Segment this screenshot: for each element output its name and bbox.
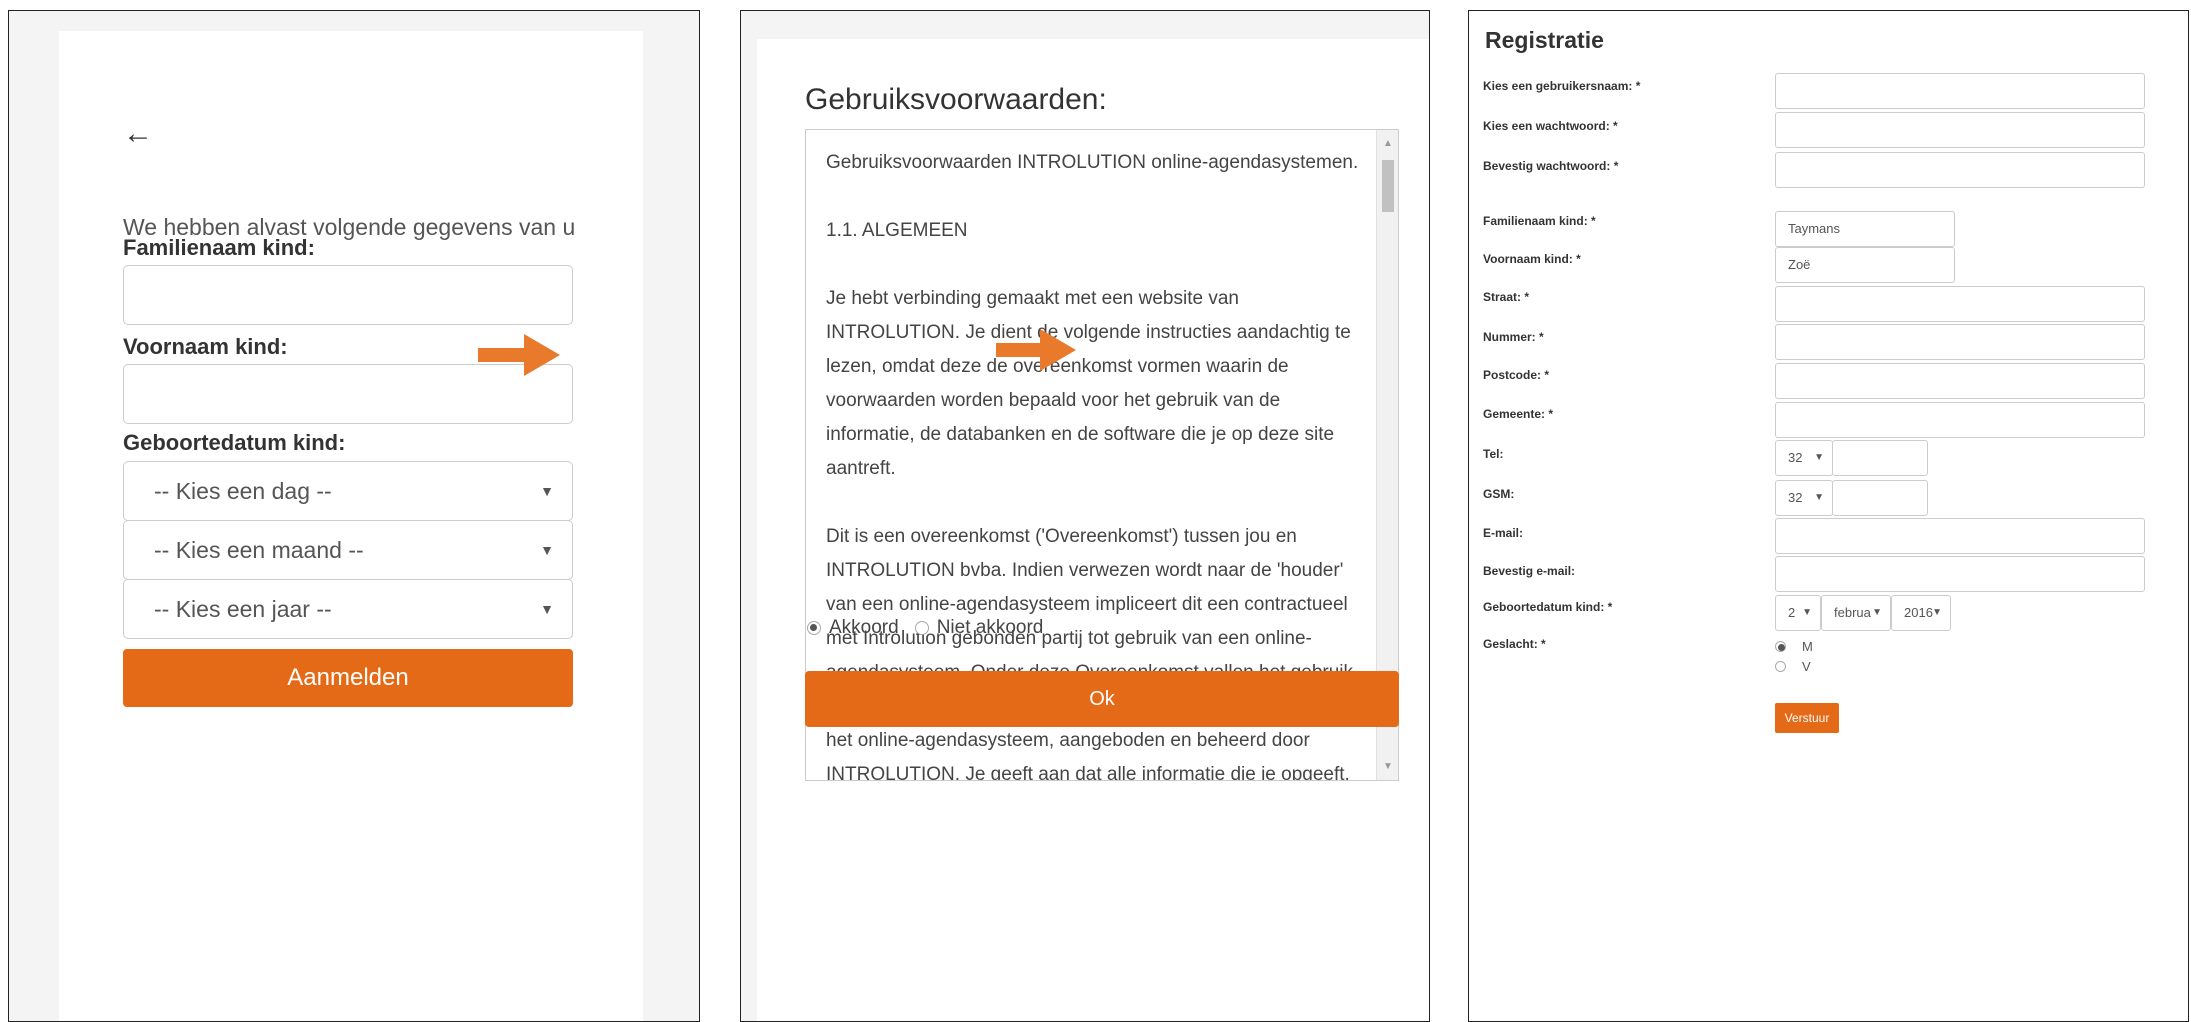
email-label: E-mail: [1483,526,1524,540]
birth-year-select[interactable]: 2016 ▼ [1891,595,1951,631]
terms-paragraph: Je hebt verbinding gemaakt met een websi… [826,288,1351,479]
registration-title: Registratie [1485,27,1604,53]
nummer-input[interactable] [1775,324,2145,360]
straat-label: Straat: * [1483,290,1530,304]
verstuur-button[interactable]: Verstuur [1775,703,1839,733]
login-card: ← We hebben alvast volgende gegevens van… [59,31,643,1021]
aanmelden-button[interactable]: Aanmelden [123,649,573,707]
screen-login-step: ← We hebben alvast volgende gegevens van… [8,10,700,1022]
chevron-down-icon: ▼ [1932,607,1942,618]
scroll-thumb[interactable] [1382,160,1394,212]
screen-registration: Registratie Kies een gebruikersnaam: * K… [1468,10,2189,1022]
birth-year-value: 2016 [1904,605,1933,620]
gender-v-row: V [1775,659,1811,674]
geslacht-label: Geslacht: * [1483,637,1546,651]
straat-input[interactable] [1775,286,2145,322]
month-select[interactable]: -- Kies een maand -- ▼ [123,520,573,580]
gender-m-radio[interactable] [1775,641,1786,652]
screen-terms: Gebruiksvoorwaarden: Gebruiksvoorwaarden… [740,10,1430,1022]
geboortedatum-label: Geboortedatum kind: [123,430,346,455]
password-label: Kies een wachtwoord: * [1483,119,1618,133]
arrow-left-icon[interactable]: ← [123,119,153,149]
terms-title: Gebruiksvoorwaarden: [805,83,1107,116]
geboortedatum-label: Geboortedatum kind: * [1483,600,1613,614]
gender-m-row: M [1775,639,1813,654]
chevron-down-icon: ▼ [1814,452,1824,463]
postcode-input[interactable] [1775,363,2145,399]
email-confirm-label: Bevestig e-mail: [1483,564,1576,578]
akkoord-radio[interactable] [807,621,821,635]
chevron-down-icon: ▼ [540,601,554,617]
birth-day-value: 2 [1788,605,1796,620]
gender-v-label: V [1802,659,1811,674]
terms-paragraph: Gebruiksvoorwaarden INTROLUTION online-a… [826,152,1359,173]
scroll-up-icon[interactable]: ▲ [1383,138,1393,149]
username-label: Kies een gebruikersnaam: * [1483,79,1641,93]
email-confirm-input[interactable] [1775,556,2145,592]
terms-radio-group: Akkoord Niet akkoord [807,617,1043,639]
chevron-down-icon: ▼ [1872,607,1882,618]
gender-v-radio[interactable] [1775,661,1786,672]
familienaam-input[interactable] [123,265,573,325]
gsm-label: GSM: [1483,487,1515,501]
chevron-down-icon: ▼ [1814,492,1824,503]
familienaam-input[interactable]: Taymans [1775,211,1955,247]
flow-arrow-icon [478,334,560,376]
scroll-down-icon[interactable]: ▼ [1383,761,1393,772]
flow-arrow-icon [996,329,1076,371]
chevron-down-icon: ▼ [540,542,554,558]
ok-button[interactable]: Ok [805,671,1399,727]
gender-m-label: M [1802,639,1813,654]
birth-day-select[interactable]: 2 ▼ [1775,595,1821,631]
terms-card: Gebruiksvoorwaarden: Gebruiksvoorwaarden… [757,39,1429,1021]
tel-prefix-value: 32 [1788,450,1803,465]
tel-label: Tel: [1483,447,1504,461]
voornaam-label: Voornaam kind: [123,334,288,359]
password-confirm-label: Bevestig wachtwoord: * [1483,159,1619,173]
username-input[interactable] [1775,73,2145,109]
gsm-prefix-value: 32 [1788,490,1803,505]
niet-akkoord-radio[interactable] [914,621,929,635]
voornaam-input[interactable]: Zoë [1775,247,1955,283]
password-confirm-input[interactable] [1775,152,2145,188]
month-select-value: -- Kies een maand -- [154,537,364,563]
gsm-prefix-select[interactable]: 32 ▼ [1775,480,1833,516]
password-input[interactable] [1775,112,2145,148]
email-input[interactable] [1775,518,2145,554]
akkoord-label: Akkoord [829,617,899,638]
gemeente-label: Gemeente: * [1483,407,1554,421]
familienaam-label: Familienaam kind: * [1483,214,1596,228]
gemeente-input[interactable] [1775,402,2145,438]
voornaam-label: Voornaam kind: * [1483,252,1581,266]
tel-input[interactable] [1832,440,1928,476]
nummer-label: Nummer: * [1483,330,1544,344]
birth-month-select[interactable]: februa ▼ [1821,595,1891,631]
niet-akkoord-label: Niet akkoord [936,617,1044,638]
postcode-label: Postcode: * [1483,368,1550,382]
terms-paragraph: 1.1. ALGEMEEN [826,220,968,241]
familienaam-label: Familienaam kind: [123,235,315,260]
chevron-down-icon: ▼ [540,483,554,499]
gsm-input[interactable] [1832,480,1928,516]
year-select-value: -- Kies een jaar -- [154,596,332,622]
day-select[interactable]: -- Kies een dag -- ▼ [123,461,573,521]
chevron-down-icon: ▼ [1802,607,1812,618]
tel-prefix-select[interactable]: 32 ▼ [1775,440,1833,476]
year-select[interactable]: -- Kies een jaar -- ▼ [123,579,573,639]
terms-paragraph: Dit is een overeenkomst ('Overeenkomst')… [826,526,1353,781]
day-select-value: -- Kies een dag -- [154,478,332,504]
birth-month-value: februa [1834,605,1871,620]
